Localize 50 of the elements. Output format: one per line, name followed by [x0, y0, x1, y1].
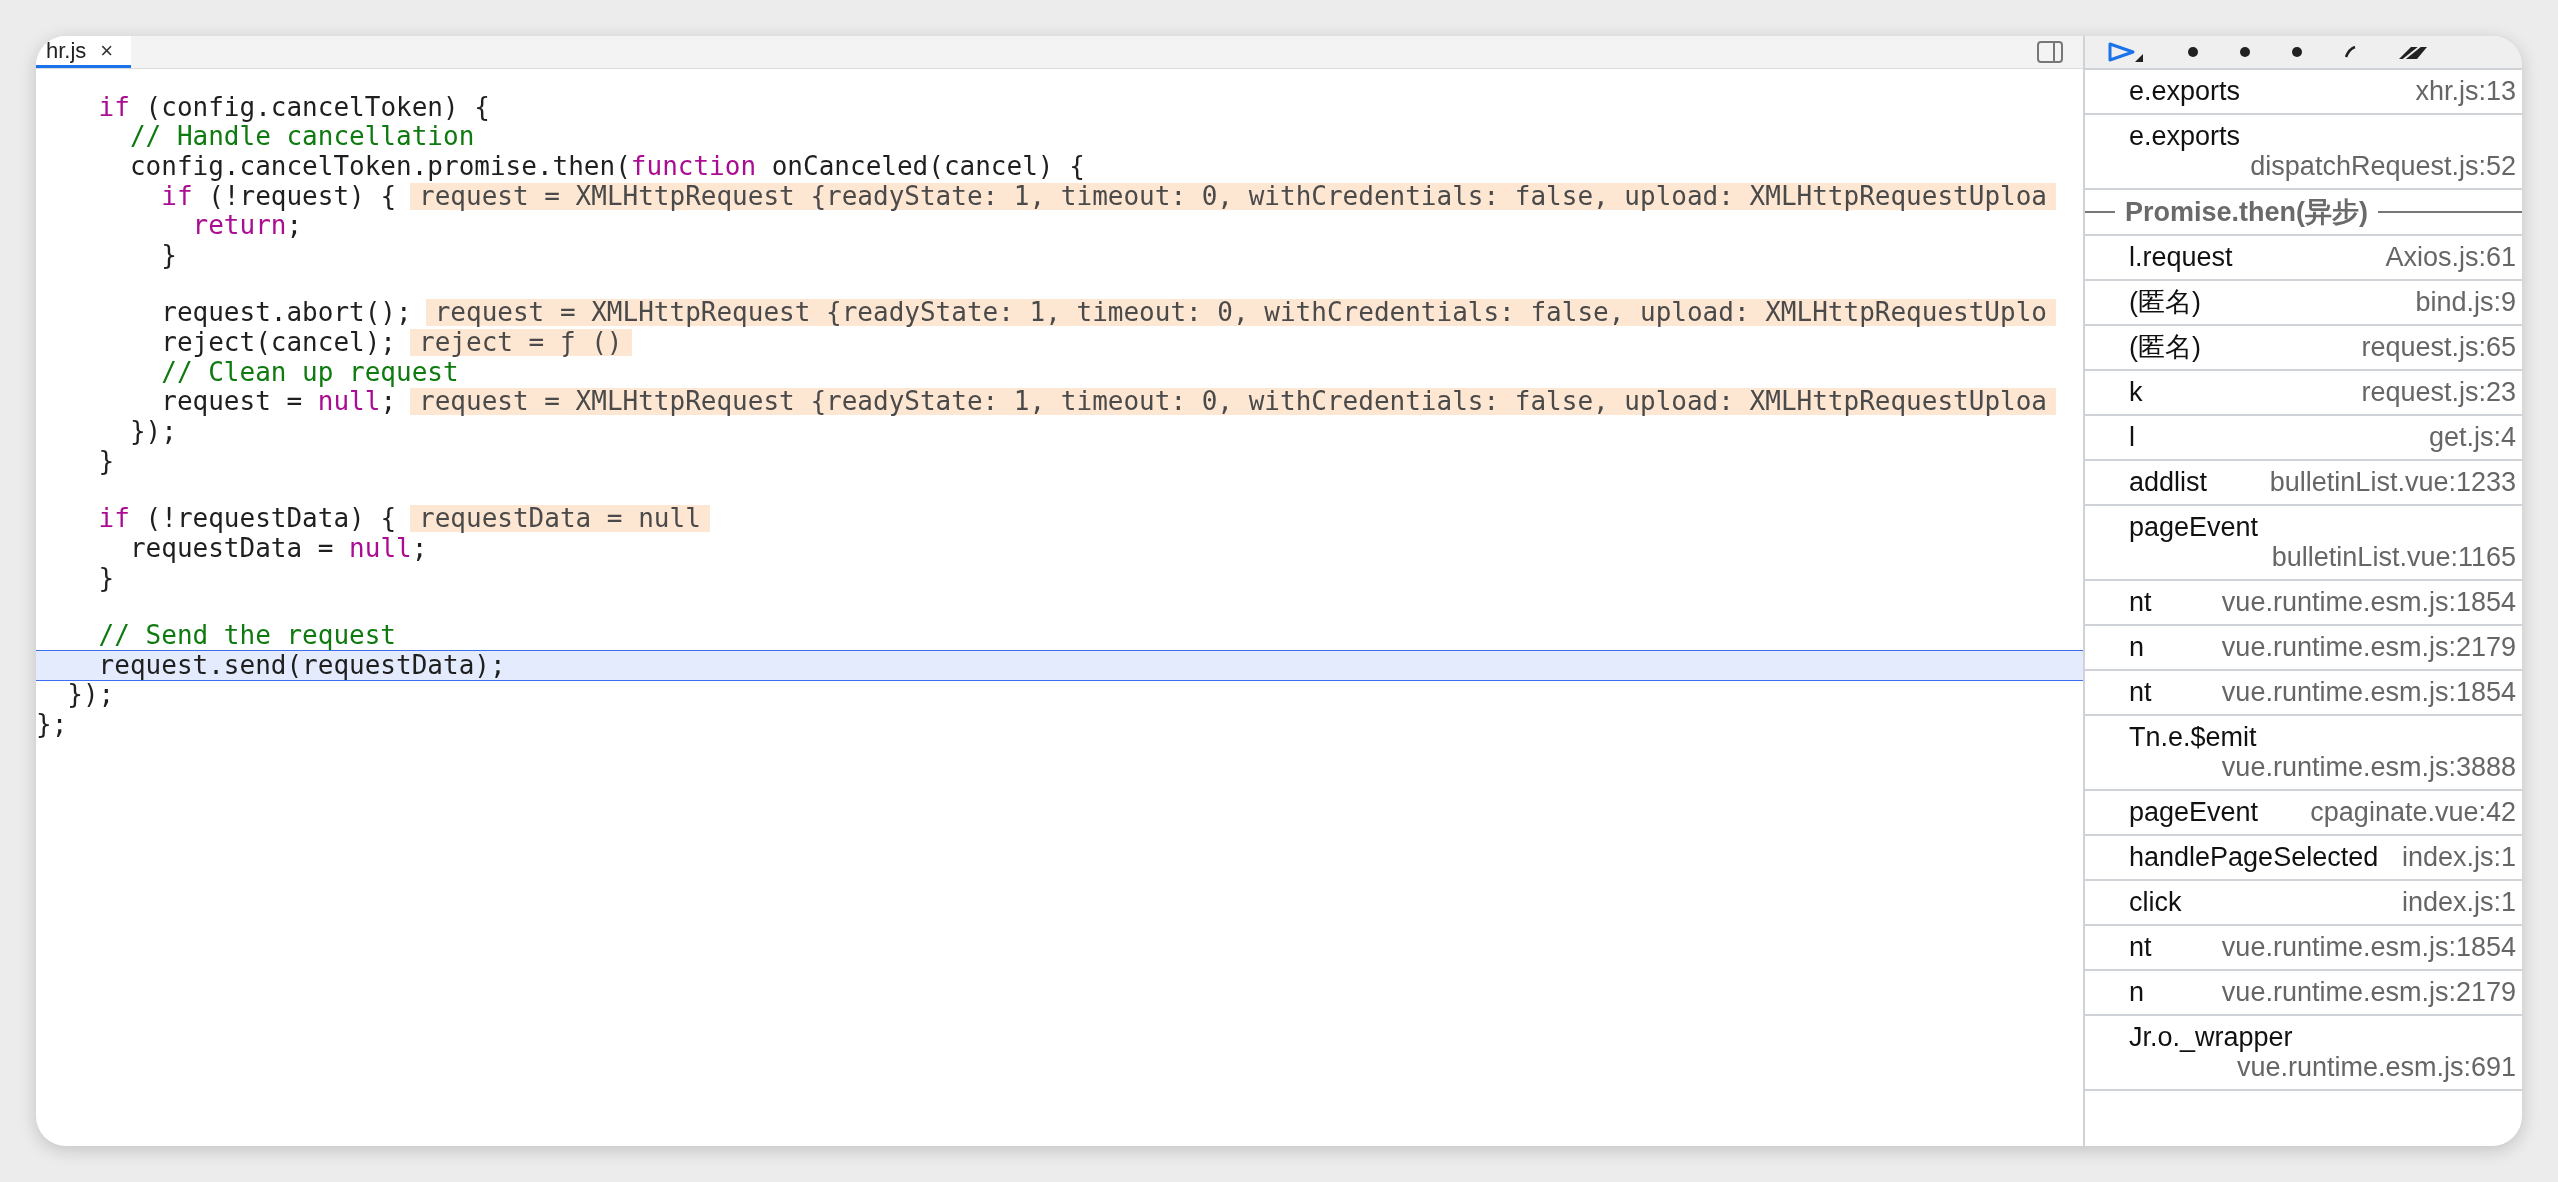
call-stack-frame[interactable]: e.exports xhr.js:13 — [2085, 70, 2522, 115]
code-line: if (config.cancelToken) { — [97, 92, 490, 122]
call-stack-frame[interactable]: nt vue.runtime.esm.js:1854 — [2085, 671, 2522, 716]
call-stack-frame[interactable]: pageEvent cpaginate.vue:42 — [2085, 791, 2522, 836]
step-icon[interactable] — [2187, 46, 2199, 58]
call-stack-frame[interactable]: nt vue.runtime.esm.js:1854 — [2085, 581, 2522, 626]
code-line: requestData = null; — [128, 533, 428, 563]
call-stack-frame[interactable]: pageEvent bulletinList.vue:1165 — [2085, 506, 2522, 581]
inline-value: requestData = null — [410, 505, 710, 533]
code-line: config.cancelToken.promise.then(function onCanceled(cancel) { — [128, 151, 1085, 181]
call-stack-frame[interactable]: l.request Axios.js:61 — [2085, 236, 2522, 281]
file-tab[interactable]: hr.js × — [36, 36, 132, 68]
code-line: // Clean up request — [160, 357, 459, 387]
inline-value: reject = ƒ () — [410, 329, 632, 357]
code-line: return; — [191, 211, 303, 241]
step-icon[interactable] — [2239, 46, 2251, 58]
code-line: } — [97, 446, 115, 476]
step-icon[interactable] — [2291, 46, 2303, 58]
call-stack-frame[interactable]: e.exports dispatchRequest.js:52 — [2085, 115, 2522, 190]
code-line: request = null; — [160, 387, 397, 417]
call-stack-frame[interactable]: handlePageSelected index.js:1 — [2085, 836, 2522, 881]
call-stack-frame[interactable]: Tn.e.$emit vue.runtime.esm.js:3888 — [2085, 716, 2522, 791]
code-line: request.abort(); — [160, 298, 412, 328]
code-line: if (!request) { — [161, 181, 397, 211]
code-line: request.send(requestData); — [97, 650, 506, 680]
call-stack-frame[interactable]: addlist bulletinList.vue:1233 — [2085, 461, 2522, 506]
inline-value: request = XMLHttpRequest {readyState: 1, timeout: 0, withCredentials: false, upload: XMLHttpRequestUploa — [410, 388, 2056, 416]
call-stack-frame[interactable]: l get.js:4 — [2085, 416, 2522, 461]
async-separator-label: Promise.then(异步) — [2125, 196, 2369, 229]
inline-value: request = XMLHttpRequest {readyState: 1, timeout: 0, withCredentials: false, upload: XMLHttpRequestUploa — [410, 182, 2056, 210]
call-stack-frame[interactable]: nt vue.runtime.esm.js:1854 — [2085, 926, 2522, 971]
call-stack-frame[interactable]: Jr.o._wrapper vue.runtime.esm.js:691 — [2085, 1016, 2522, 1091]
code-line: }); — [66, 680, 115, 710]
code-line: }); — [128, 417, 177, 447]
code-line: // Send the request — [97, 620, 397, 650]
call-stack-frame[interactable]: n vue.runtime.esm.js:2179 — [2085, 971, 2522, 1016]
code-line: if (!requestData) { — [97, 504, 397, 534]
code-line: } — [97, 563, 115, 593]
call-stack-frame[interactable]: n vue.runtime.esm.js:2179 — [2085, 626, 2522, 671]
code-line: reject(cancel); — [160, 328, 397, 358]
call-stack-frame[interactable]: click index.js:1 — [2085, 881, 2522, 926]
code-line: } — [160, 241, 177, 271]
code-line: }; — [36, 710, 68, 740]
sidebar-toggle-icon[interactable] — [2037, 41, 2063, 63]
code-line: // Handle cancellation — [128, 122, 475, 152]
step-icon[interactable] — [2343, 45, 2357, 59]
call-stack-frame[interactable]: (匿名) request.js:65 — [2085, 326, 2522, 371]
call-stack-frame[interactable]: k request.js:23 — [2085, 371, 2522, 416]
inline-value: request = XMLHttpRequest {readyState: 1, timeout: 0, withCredentials: false, upload: XMLHttpRequestUplo — [425, 299, 2056, 327]
call-stack-frame[interactable]: (匿名) bind.js:9 — [2085, 281, 2522, 326]
